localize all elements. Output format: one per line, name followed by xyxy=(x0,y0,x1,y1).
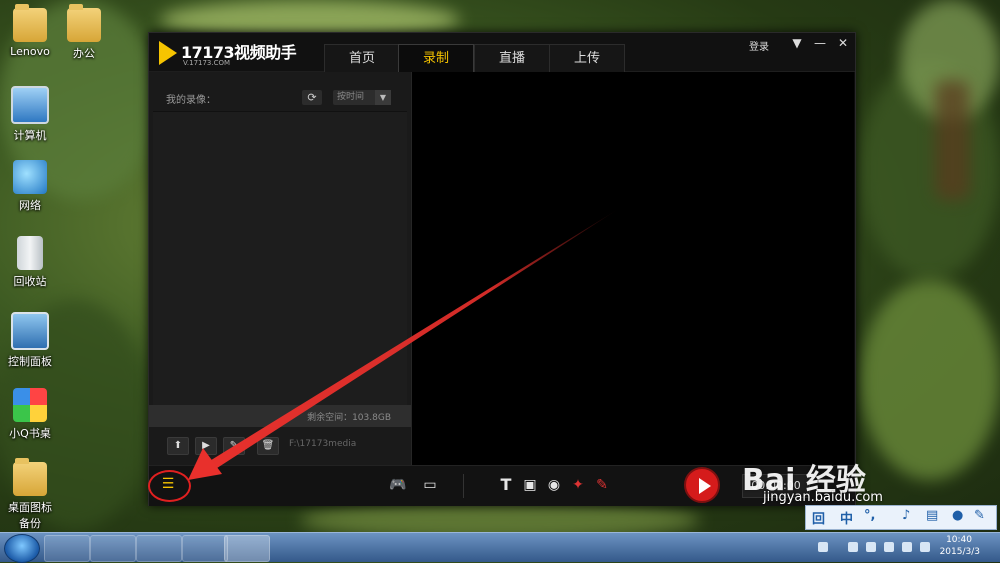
recordings-list[interactable] xyxy=(153,111,407,406)
desktop-icon-backup-folder[interactable]: 桌面图标备份 xyxy=(0,458,60,531)
watermark-url: jingyan.baidu.com xyxy=(763,490,883,505)
clock-time[interactable]: 10:40 xyxy=(946,535,972,545)
screen-mode-icon[interactable]: ▭ xyxy=(419,475,441,495)
keyboard-icon[interactable]: ▤ xyxy=(926,508,938,523)
tab-home[interactable]: 首页 xyxy=(324,44,400,72)
sort-label: 按时间 xyxy=(337,92,365,102)
image-icon[interactable]: ▣ xyxy=(519,475,541,495)
save-path[interactable]: F:\17173media xyxy=(289,439,356,449)
recordings-panel: 我的录像： ⟳ 按时间 ▼ 剩余空间：103.8GB ⬆ ▶ ✎ 🗑 F:\17… xyxy=(149,72,412,465)
video-preview xyxy=(412,72,854,465)
taskbar-explorer[interactable] xyxy=(136,535,182,562)
chevron-down-icon: ▼ xyxy=(375,90,391,105)
menu-dropdown-icon[interactable]: ▼ xyxy=(789,36,805,50)
clock-date[interactable]: 2015/3/3 xyxy=(940,547,980,557)
desktop-icon-label: 办公 xyxy=(73,47,95,60)
desktop-icon-office[interactable]: 办公 xyxy=(54,4,114,61)
mouse-icon[interactable]: ✦ xyxy=(567,475,589,495)
upload-icon[interactable]: ⬆ xyxy=(167,437,189,455)
security-icon[interactable] xyxy=(848,542,858,552)
folder-icon xyxy=(13,458,47,496)
microphone-icon[interactable]: ✎ xyxy=(591,475,613,495)
desktop-icon-control-panel[interactable]: 控制面板 xyxy=(0,312,60,369)
recycle-bin-icon xyxy=(17,236,43,270)
webcam-icon[interactable]: ◉ xyxy=(543,475,565,495)
taskbar-qq-desk[interactable] xyxy=(44,535,90,562)
background-foliage xyxy=(860,280,1000,480)
ime-mode[interactable]: 中 xyxy=(840,508,853,527)
app-window: 17173视频助手 V.17173.COM 首页 录制 直播 上传 登录 ▼ —… xyxy=(148,32,856,506)
ime-toolbar[interactable]: 回 中 °, ♪ ▤ ● ✎ xyxy=(805,505,997,530)
edit-icon[interactable]: ✎ xyxy=(223,437,245,455)
remaining-space-text: 剩余空间：103.8GB xyxy=(307,413,391,423)
recordings-title: 我的录像： xyxy=(166,95,216,106)
tab-upload[interactable]: 上传 xyxy=(549,44,625,72)
wrench-icon[interactable]: ✎ xyxy=(974,508,985,523)
taskbar-app[interactable] xyxy=(182,535,228,562)
play-icon[interactable]: ▶ xyxy=(195,437,217,455)
list-icon[interactable]: ☰ xyxy=(159,476,177,492)
taskbar-ie[interactable] xyxy=(90,535,136,562)
minimize-icon[interactable]: — xyxy=(812,36,828,50)
desktop-icon-label: 桌面图标备份 xyxy=(8,501,52,530)
computer-icon xyxy=(11,86,49,124)
app-url: V.17173.COM xyxy=(183,59,231,67)
microphone-icon[interactable]: ♪ xyxy=(902,508,910,523)
folder-icon xyxy=(13,4,47,42)
tab-record[interactable]: 录制 xyxy=(398,44,474,72)
play-logo-icon xyxy=(159,41,177,65)
user-icon[interactable]: ● xyxy=(952,508,963,523)
record-button[interactable] xyxy=(684,467,720,503)
start-button[interactable] xyxy=(4,534,40,563)
tab-live[interactable]: 直播 xyxy=(474,44,550,72)
network-icon[interactable] xyxy=(884,542,894,552)
volume-icon[interactable] xyxy=(902,542,912,552)
folder-icon xyxy=(67,4,101,42)
login-link[interactable]: 登录 xyxy=(749,38,769,53)
storage-bar: 剩余空间：103.8GB xyxy=(149,405,411,427)
desktop-icon-network[interactable]: 网络 xyxy=(0,160,60,213)
network-icon xyxy=(13,160,47,194)
qq-desk-icon xyxy=(13,388,47,422)
desktop-icon-label: 小Q书桌 xyxy=(9,427,51,440)
refresh-icon[interactable]: ⟳ xyxy=(302,90,322,105)
ime-icon[interactable] xyxy=(920,542,930,552)
ime-punctuation[interactable]: °, xyxy=(864,508,875,523)
desktop-icon-computer[interactable]: 计算机 xyxy=(0,86,60,143)
system-tray: 10:40 2015/3/3 xyxy=(800,533,1000,562)
background-tree-trunk xyxy=(935,80,970,200)
flag-icon[interactable] xyxy=(866,542,876,552)
desktop-icon-recycle-bin[interactable]: 回收站 xyxy=(0,236,60,289)
recordings-controls: ⬆ ▶ ✎ 🗑 F:\17173media xyxy=(149,427,411,465)
text-icon[interactable]: T xyxy=(495,475,517,495)
desktop-icon-label: 回收站 xyxy=(13,275,47,288)
ime-logo-icon: 回 xyxy=(812,512,826,527)
taskbar: 10:40 2015/3/3 xyxy=(0,532,1000,563)
app-logo: 17173视频助手 V.17173.COM xyxy=(159,39,299,67)
desktop-icon-label: 网络 xyxy=(19,199,41,212)
desktop-icon-qq-desk[interactable]: 小Q书桌 xyxy=(0,388,60,441)
sort-dropdown[interactable]: 按时间 ▼ xyxy=(333,90,391,105)
desktop-icon-lenovo[interactable]: Lenovo xyxy=(0,4,60,58)
desktop-icon-label: 计算机 xyxy=(13,129,47,142)
toolbar-divider xyxy=(463,474,464,498)
desktop-icon-label: Lenovo xyxy=(10,45,50,58)
title-bar: 17173视频助手 V.17173.COM 首页 录制 直播 上传 登录 ▼ —… xyxy=(149,33,855,72)
control-panel-icon xyxy=(11,312,49,350)
game-mode-icon[interactable]: 🎮 xyxy=(387,475,409,495)
taskbar-17173[interactable] xyxy=(224,535,270,562)
delete-icon[interactable]: 🗑 xyxy=(257,437,279,455)
close-icon[interactable]: ✕ xyxy=(835,36,851,50)
desktop-icon-label: 控制面板 xyxy=(8,355,52,368)
tray-arrow-icon[interactable] xyxy=(818,542,828,552)
